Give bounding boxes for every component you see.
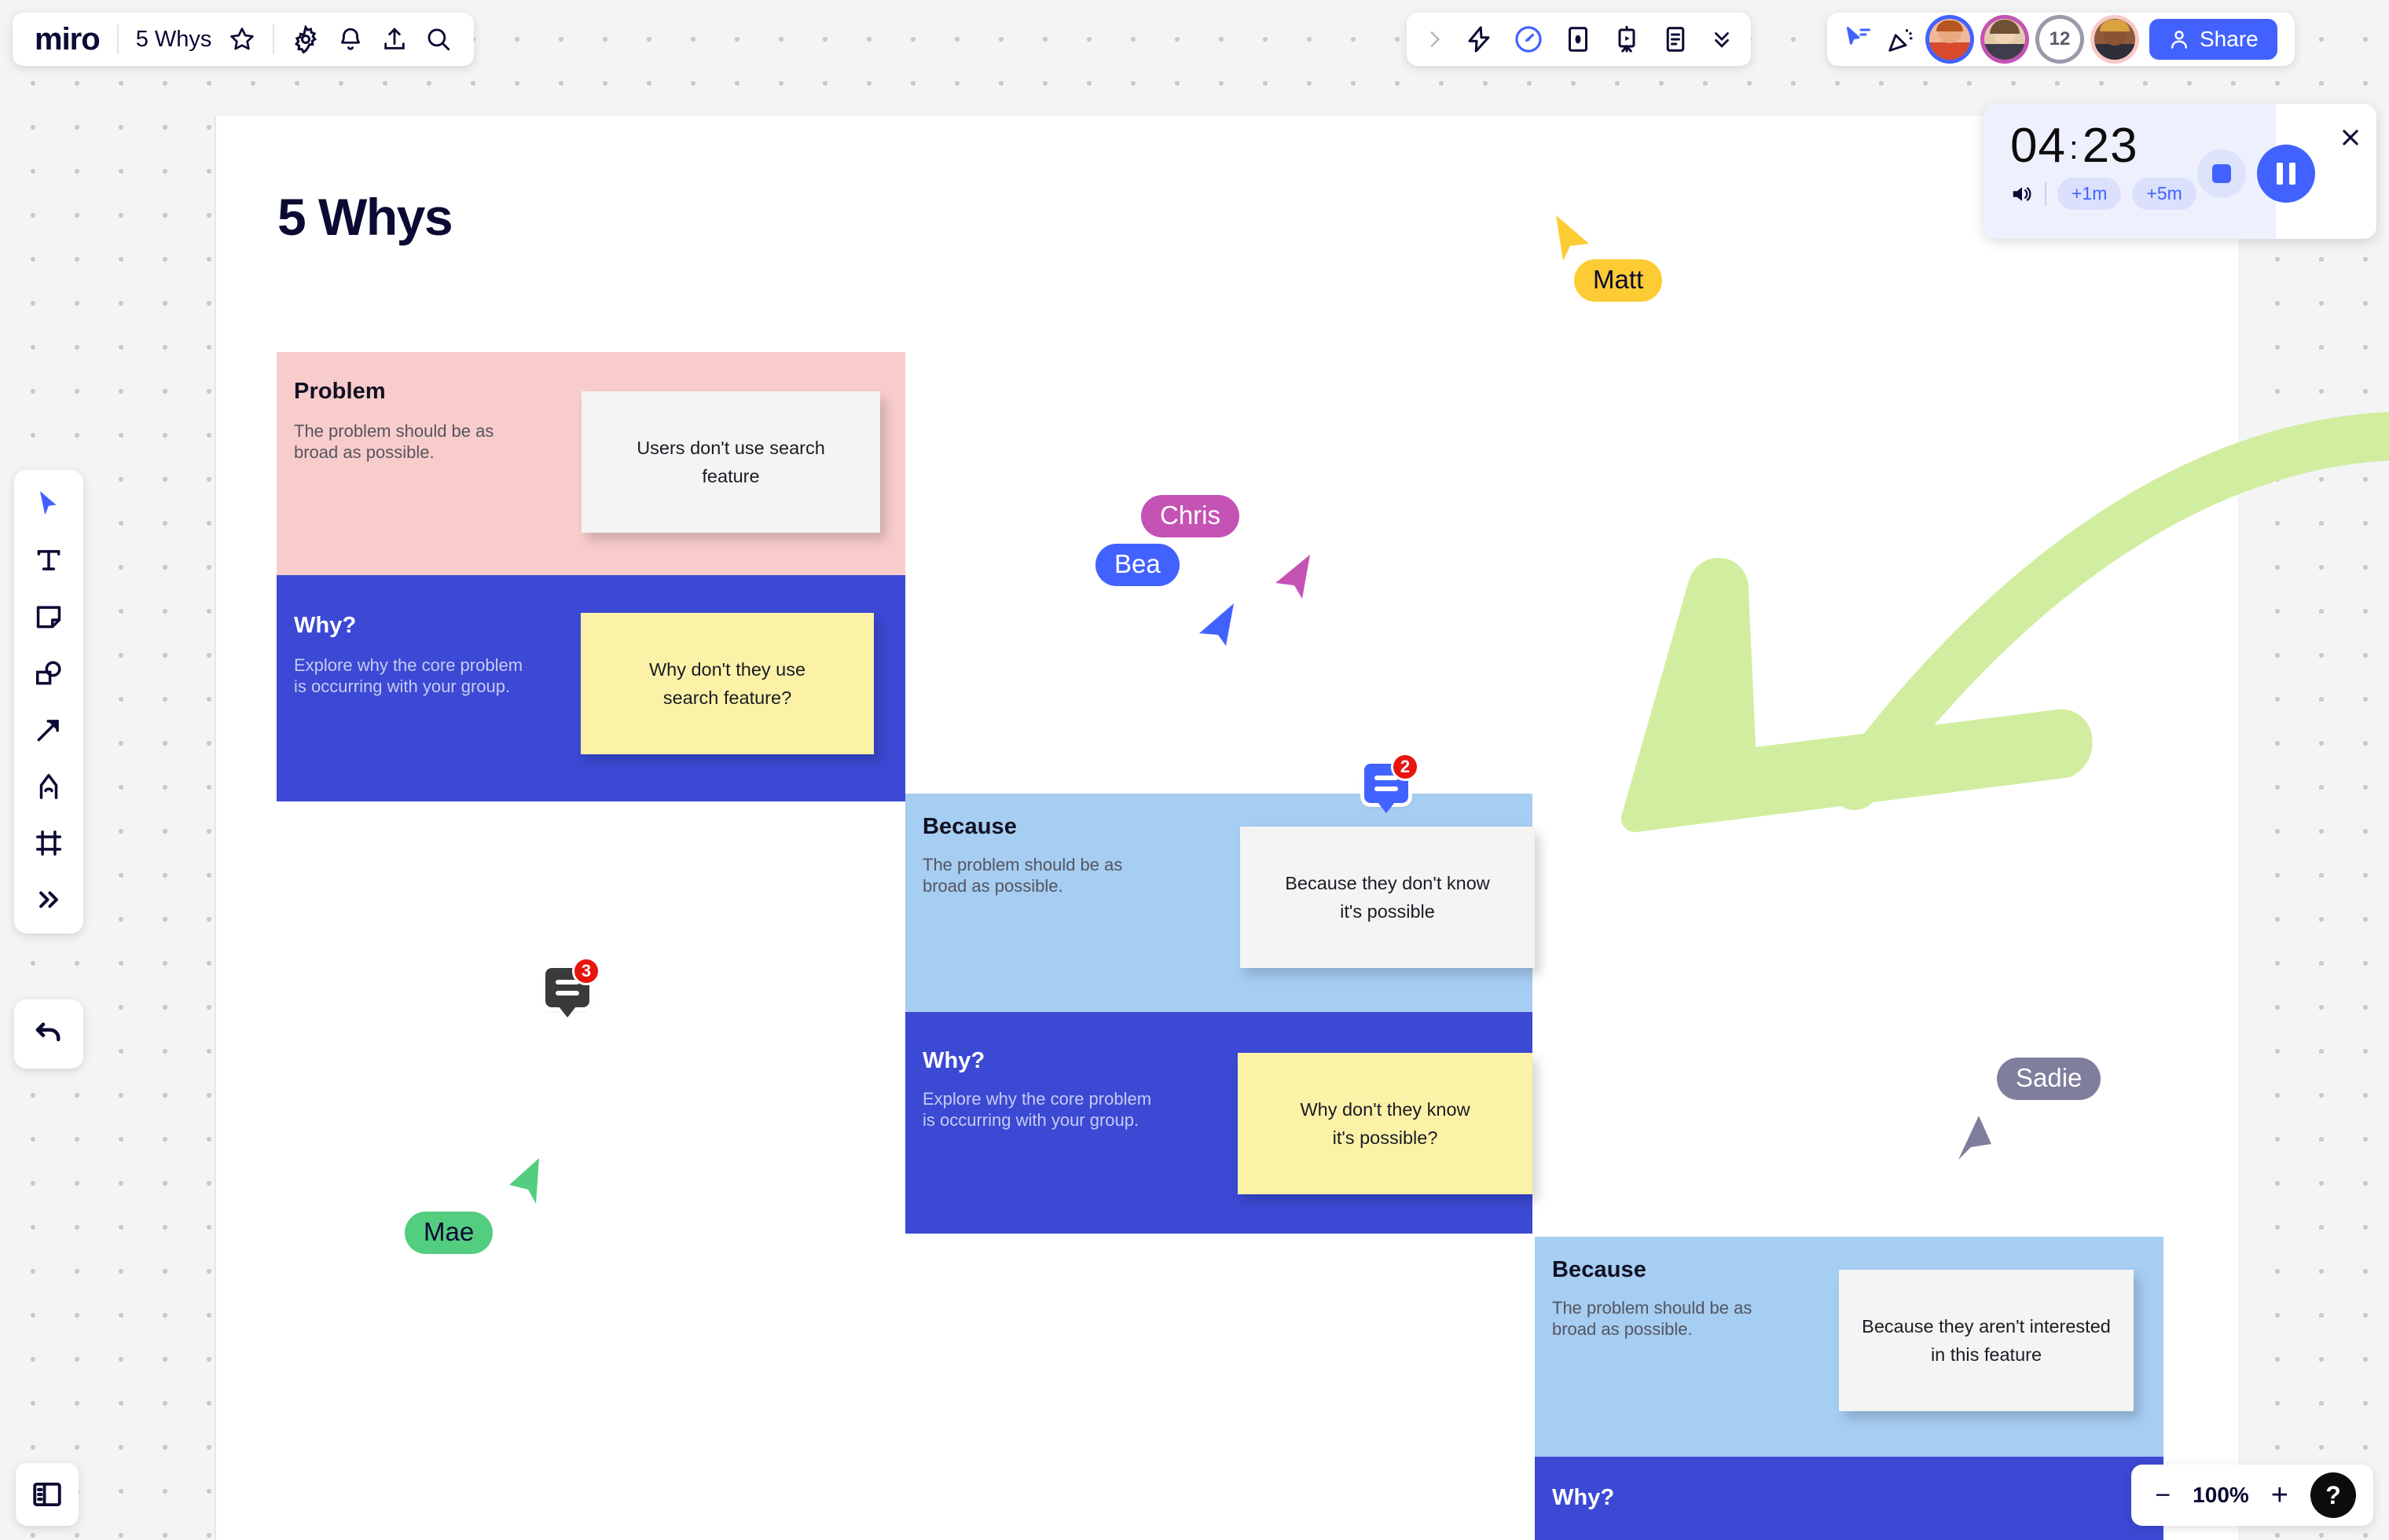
sticky-note[interactable]: Users don't use search feature <box>582 391 880 533</box>
lightning-icon[interactable] <box>1465 25 1493 53</box>
comment-pin[interactable]: 2 <box>1364 753 1419 803</box>
block-description: The problem should be as broad as possib… <box>294 421 494 462</box>
sticky-note[interactable]: Because they aren't interested in this f… <box>1839 1270 2134 1411</box>
avatar[interactable] <box>1929 19 1970 60</box>
divider <box>273 24 275 54</box>
zoom-level-label[interactable]: 100% <box>2193 1483 2249 1508</box>
select-icon[interactable] <box>24 481 73 526</box>
comment-pin[interactable]: 3 <box>545 957 600 1007</box>
frame-icon[interactable] <box>24 820 73 866</box>
upload-icon[interactable] <box>381 26 408 53</box>
undo-button[interactable] <box>14 999 83 1069</box>
block-description: Explore why the core problem is occurrin… <box>294 655 523 696</box>
block-heading: Why? <box>923 1048 985 1073</box>
sticky-note[interactable]: Why don't they know it's possible? <box>1238 1053 1532 1194</box>
board-heading: 5 Whys <box>277 188 453 246</box>
star-icon[interactable] <box>229 26 255 53</box>
help-button[interactable]: ? <box>2310 1472 2356 1518</box>
timer-separator: : <box>2068 129 2079 166</box>
sticky-note[interactable]: Why don't they use search feature? <box>581 613 874 754</box>
more-tools-icon[interactable] <box>24 877 73 922</box>
avatar[interactable] <box>1984 19 2025 60</box>
pause-icon <box>2277 163 2295 185</box>
comment-line <box>556 991 579 996</box>
topbar-collab-group: 12 Share <box>1827 13 2295 66</box>
shapes-icon[interactable] <box>24 651 73 696</box>
block-why-3[interactable]: Why? <box>1535 1457 2163 1540</box>
person-icon <box>2171 31 2188 49</box>
zoom-out-button[interactable]: − <box>2155 1480 2171 1511</box>
card-icon[interactable] <box>1564 25 1592 53</box>
timer-controls-row: +1m +5m <box>2010 178 2196 210</box>
sticky-note[interactable]: Because they don't know it's possible <box>1240 827 1535 968</box>
tool-rail <box>14 470 83 933</box>
cursor-pointer-bea <box>1199 603 1234 646</box>
block-heading: Why? <box>294 613 357 638</box>
avatar[interactable] <box>2094 19 2135 60</box>
block-heading: Problem <box>294 379 386 404</box>
undo-icon <box>35 1022 61 1042</box>
timer-pause-button[interactable] <box>2257 145 2315 203</box>
timer-display: 04:23 <box>2010 118 2138 174</box>
presentation-icon[interactable] <box>1613 25 1641 53</box>
timer-stop-button[interactable] <box>2197 149 2246 198</box>
zoom-controls: − 100% + ? <box>2131 1465 2373 1526</box>
board-name-label[interactable]: 5 Whys <box>136 27 212 53</box>
block-heading: Why? <box>1552 1485 1615 1510</box>
search-icon[interactable] <box>425 26 452 53</box>
comment-count-badge: 3 <box>572 957 600 985</box>
block-description: The problem should be as broad as possib… <box>923 855 1123 896</box>
sticky-note-icon[interactable] <box>24 594 73 640</box>
zoom-in-button[interactable]: + <box>2271 1479 2288 1512</box>
panel-toggle-button[interactable] <box>16 1463 79 1526</box>
topbar-tools-group <box>1407 13 1751 66</box>
celebrate-icon[interactable] <box>1887 25 1915 53</box>
cursor-share-icon[interactable] <box>1844 25 1873 53</box>
cursor-pointer-sadie <box>1958 1116 1991 1160</box>
timer-add-5m-button[interactable]: +5m <box>2132 178 2196 210</box>
timer-add-1m-button[interactable]: +1m <box>2057 178 2122 210</box>
timer-close-button[interactable] <box>2334 121 2367 154</box>
divider <box>116 24 119 54</box>
block-heading: Because <box>1552 1257 1646 1282</box>
panel-toggle-icon <box>33 1482 61 1507</box>
bell-icon[interactable] <box>337 26 364 53</box>
timer-widget: 04:23 +1m +5m <box>1983 104 2376 239</box>
volume-icon[interactable] <box>2010 182 2034 206</box>
block-heading: Because <box>923 814 1017 839</box>
timer-icon[interactable] <box>1514 24 1543 54</box>
close-icon <box>2343 130 2358 145</box>
block-description: Explore why the core problem is occurrin… <box>923 1089 1152 1130</box>
miro-logo[interactable]: miro <box>35 22 101 57</box>
connector-icon[interactable] <box>24 707 73 753</box>
gear-icon[interactable] <box>292 25 320 53</box>
notes-icon[interactable] <box>1661 25 1690 53</box>
cursor-pointer-chris <box>1275 555 1310 599</box>
timer-seconds: 23 <box>2082 119 2138 173</box>
cursor-label-sadie: Sadie <box>1997 1058 2101 1100</box>
stop-icon <box>2212 164 2231 183</box>
chevron-double-down-icon[interactable] <box>1710 26 1734 53</box>
chevron-right-icon[interactable] <box>1424 26 1444 53</box>
block-description: The problem should be as broad as possib… <box>1552 1298 1752 1339</box>
timer-minutes: 04 <box>2010 119 2066 173</box>
pen-icon[interactable] <box>24 764 73 809</box>
cursor-pointer-mae <box>509 1158 539 1204</box>
curved-arrow-annotation[interactable] <box>1540 369 2389 833</box>
collaborator-overflow-count[interactable]: 12 <box>2039 19 2080 60</box>
divider <box>2045 182 2046 206</box>
comment-line <box>1374 786 1398 791</box>
topbar-left-group: miro 5 Whys <box>13 13 475 66</box>
text-icon[interactable] <box>24 537 73 583</box>
cursor-label-bea: Bea <box>1095 544 1180 586</box>
comment-count-badge: 2 <box>1391 753 1419 781</box>
share-button[interactable]: Share <box>2149 19 2277 60</box>
cursor-label-matt: Matt <box>1574 259 1663 302</box>
cursor-pointer-matt <box>1556 215 1589 261</box>
cursor-label-mae: Mae <box>405 1212 494 1254</box>
share-label: Share <box>2200 27 2259 51</box>
cursor-label-chris: Chris <box>1141 495 1240 537</box>
